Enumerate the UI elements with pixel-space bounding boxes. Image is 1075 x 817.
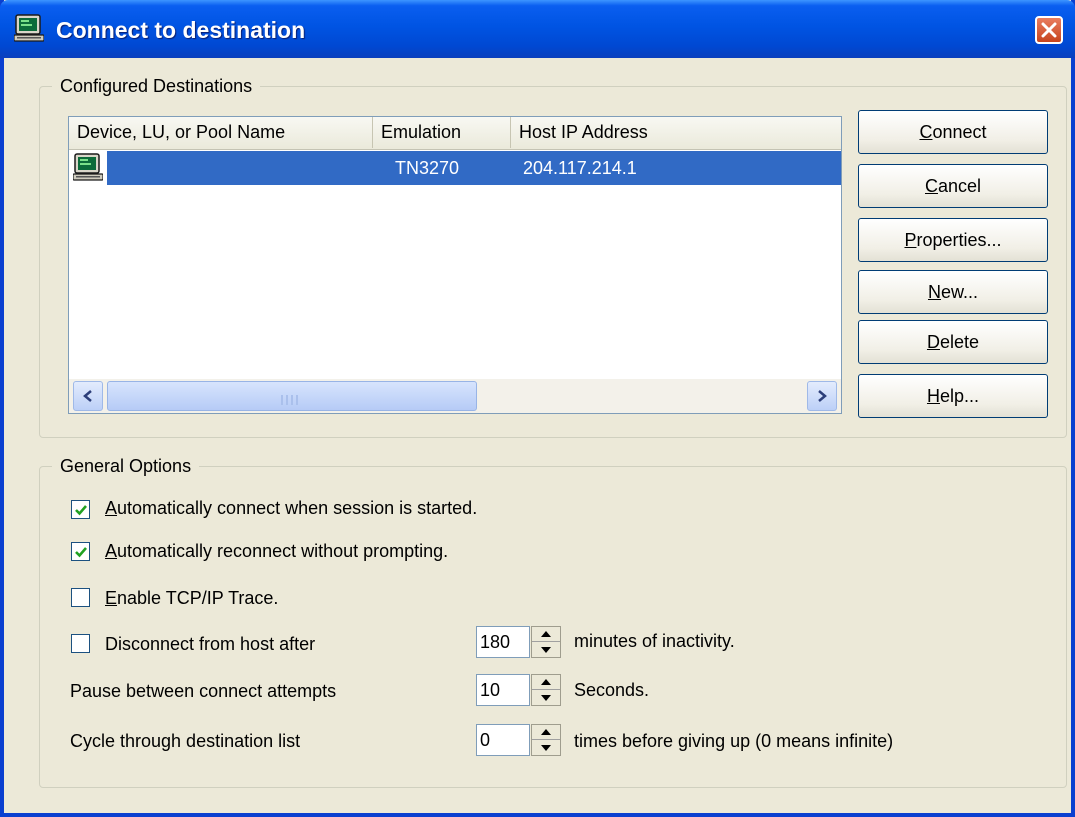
pause-label: Pause between connect attempts [70,681,337,701]
disconnect-suffix: minutes of inactivity. [574,631,735,651]
cycle-label: Cycle through destination list [70,731,301,751]
checkmark-icon [75,547,87,558]
cycle-count-spinner[interactable] [531,724,561,756]
disconnect-minutes-spinner[interactable] [531,626,561,658]
auto-connect-label[interactable]: Automatically connect when session is st… [105,498,477,519]
spin-up-icon [541,679,551,685]
delete-button[interactable]: Delete [858,320,1048,364]
column-header-emulation[interactable]: Emulation [373,117,511,148]
scroll-left-button[interactable] [73,381,103,411]
pause-seconds-input[interactable]: 10 [476,674,530,706]
properties-button[interactable]: Properties... [858,218,1048,262]
pause-suffix: Seconds. [574,680,650,700]
disconnect-minutes-input[interactable]: 180 [476,626,530,658]
pause-seconds-spinner[interactable] [531,674,561,706]
spin-down-icon [541,647,551,653]
grip-icon [281,392,305,405]
cycle-suffix: times before giving up (0 means infinite… [574,731,894,751]
tcp-trace-label[interactable]: Enable TCP/IP Trace. [105,588,278,609]
horizontal-scrollbar[interactable] [69,379,841,413]
disconnect-label[interactable]: Disconnect from host after [105,634,315,655]
column-header-name[interactable]: Device, LU, or Pool Name [69,117,373,148]
destinations-list[interactable]: Device, LU, or Pool Name Emulation Host … [68,116,842,414]
cycle-count-input[interactable]: 0 [476,724,530,756]
list-row[interactable]: TN3270 204.117.214.1 [69,151,841,185]
spin-up-icon [541,729,551,735]
new-button[interactable]: New... [858,270,1048,314]
spin-down-icon [541,695,551,701]
spin-up-icon [541,631,551,637]
close-icon [1041,22,1057,38]
close-button[interactable] [1035,16,1063,44]
auto-connect-checkbox[interactable] [71,500,90,519]
scrollbar-thumb[interactable] [107,381,477,411]
connect-dialog: Connect to destination Configured Destin… [0,0,1075,817]
chevron-left-icon [83,390,92,402]
auto-reconnect-checkbox[interactable] [71,542,90,561]
terminal-icon [73,153,103,181]
checkmark-icon [75,505,87,516]
auto-reconnect-label[interactable]: Automatically reconnect without promptin… [105,541,448,562]
cell-emulation: TN3270 [395,158,460,178]
cell-host-ip: 204.117.214.1 [523,158,637,178]
column-header-host-ip[interactable]: Host IP Address [511,117,841,148]
disconnect-checkbox[interactable] [71,634,90,653]
connect-button[interactable]: Connect [858,110,1048,154]
list-header: Device, LU, or Pool Name Emulation Host … [69,117,841,150]
window-title: Connect to destination [56,17,306,43]
chevron-right-icon [818,390,827,402]
row-selection-highlight [107,151,841,185]
scroll-right-button[interactable] [807,381,837,411]
general-options-legend: General Options [60,456,192,476]
title-bar[interactable]: Connect to destination [0,0,1075,58]
tcp-trace-checkbox[interactable] [71,588,90,607]
configured-destinations-legend: Configured Destinations [60,76,253,96]
spin-down-icon [541,745,551,751]
help-button[interactable]: Help... [858,374,1048,418]
terminal-icon [14,14,44,42]
cancel-button[interactable]: Cancel [858,164,1048,208]
